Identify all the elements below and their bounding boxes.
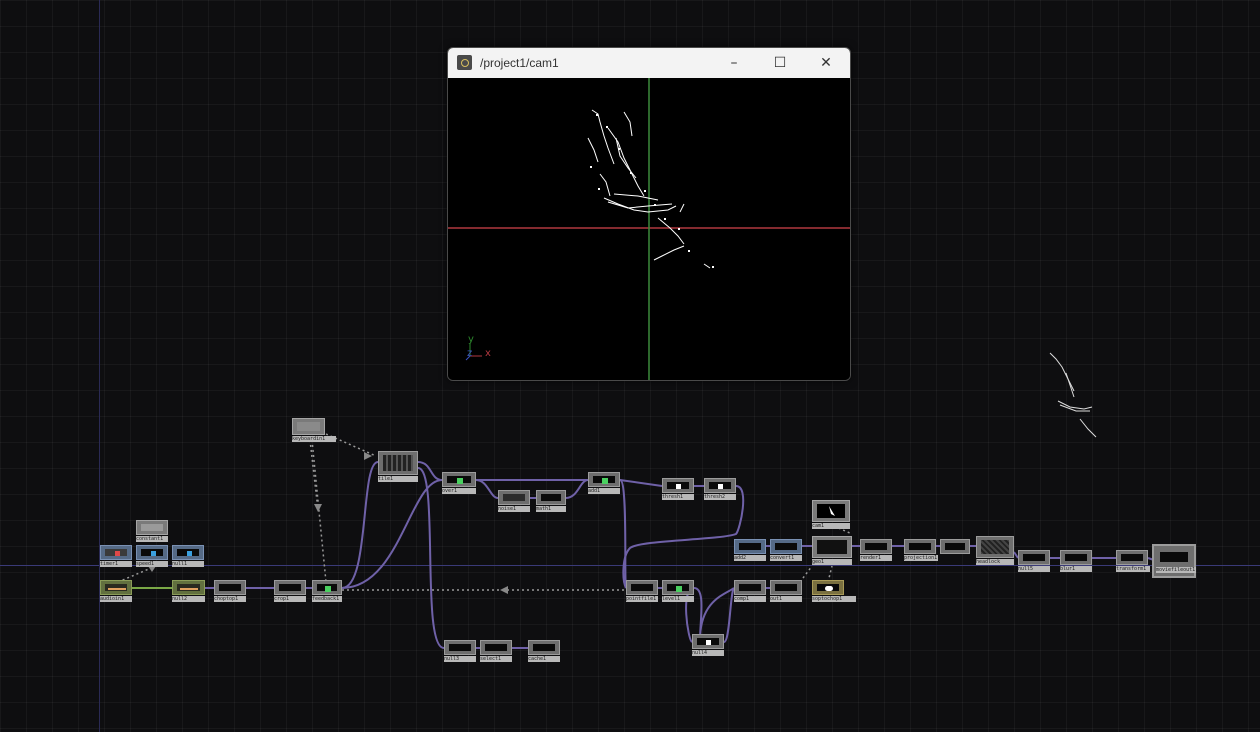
node-label: audioin1 <box>100 596 132 602</box>
node-speed[interactable]: speed1 <box>136 545 168 567</box>
node-tile[interactable]: tile1 <box>378 451 418 482</box>
background-geometry-preview <box>1049 352 1097 438</box>
node-sopto[interactable]: soptochop1 <box>812 580 856 602</box>
wire <box>619 479 663 487</box>
node-label: projection1 <box>904 555 938 561</box>
node-point[interactable]: pointfile1 <box>626 580 658 602</box>
touchdesigner-icon <box>457 55 472 70</box>
node-label: out1 <box>770 596 802 602</box>
node-add[interactable]: add1 <box>588 472 620 494</box>
node-projection[interactable]: projection1 <box>904 539 938 561</box>
node-label: null3 <box>444 656 476 662</box>
node-label: geo1 <box>812 559 852 565</box>
gizmo-z-label: z <box>467 348 473 359</box>
camera-preview-icon <box>829 506 835 516</box>
node-label: cache1 <box>528 656 560 662</box>
arrow-icon <box>500 586 508 594</box>
node-label: keyboardin1 <box>292 436 336 442</box>
node-noise[interactable]: noise1 <box>498 490 530 512</box>
node-threshold[interactable]: thresh1 <box>662 478 694 500</box>
close-icon[interactable]: ✕ <box>808 53 844 73</box>
node-blur[interactable]: blur1 <box>1060 550 1092 572</box>
node-add2[interactable]: add2 <box>734 539 766 561</box>
node-label: pointfile1 <box>626 596 658 602</box>
node-over[interactable]: over1 <box>442 472 476 494</box>
node-null-top[interactable]: null1 <box>172 545 204 567</box>
node-label: add2 <box>734 555 766 561</box>
wire <box>622 485 745 589</box>
node-transform[interactable]: transform1 <box>1116 550 1150 572</box>
node-label: null2 <box>172 596 205 602</box>
node-out[interactable]: out1 <box>770 580 802 602</box>
node-math[interactable]: math1 <box>536 490 566 512</box>
node-label: choptop1 <box>214 596 246 602</box>
node-label: level1 <box>662 596 694 602</box>
wire <box>723 587 735 643</box>
node-keyboardin[interactable]: keyboardin1 <box>292 418 336 442</box>
node-chopto[interactable]: choptop1 <box>214 580 246 602</box>
node-level[interactable]: level1 <box>662 580 694 602</box>
node-label: transform1 <box>1116 566 1150 572</box>
wire <box>341 461 379 589</box>
node-label: timer1 <box>100 561 132 567</box>
reference-wire <box>311 439 327 583</box>
node-feedback[interactable]: feedback1 <box>312 580 342 602</box>
wire <box>475 479 499 499</box>
node-label: render1 <box>860 555 892 561</box>
gizmo-x-label: x <box>485 348 491 359</box>
node-crop[interactable]: crop1 <box>274 580 306 602</box>
node-select[interactable]: select1 <box>480 640 512 662</box>
viewport-canvas <box>448 78 850 380</box>
node-geo[interactable]: geo1 <box>812 536 852 565</box>
node-label: headlock <box>976 559 1014 565</box>
node-label: comp1 <box>734 596 766 602</box>
node-label: over1 <box>442 488 476 494</box>
node-label: cam1 <box>812 523 850 529</box>
arrow-icon <box>314 504 322 512</box>
node-audio[interactable]: audioin1 <box>100 580 132 602</box>
node-projection-b[interactable] <box>940 539 970 554</box>
viewer-titlebar[interactable]: /project1/cam1 – ☐ ✕ <box>448 48 850 78</box>
wire <box>565 479 589 499</box>
node-label: thresh1 <box>662 494 694 500</box>
node-timer[interactable]: timer1 <box>100 545 132 567</box>
node-label: select1 <box>480 656 512 662</box>
node-label: null1 <box>172 561 204 567</box>
minimize-icon[interactable]: – <box>716 53 752 73</box>
node-label: feedback1 <box>312 596 342 602</box>
node-label: blur1 <box>1060 566 1092 572</box>
node-null4[interactable]: null4 <box>692 634 724 656</box>
node-null3[interactable]: null3 <box>444 640 476 662</box>
node-label: null5 <box>1018 566 1050 572</box>
node-convert[interactable]: convert1 <box>770 539 802 561</box>
node-label: tile1 <box>378 476 418 482</box>
node-comp1[interactable]: comp1 <box>734 580 766 602</box>
node-label: noise1 <box>498 506 530 512</box>
node-constant[interactable]: constant1 <box>136 520 168 542</box>
node-label: convert1 <box>770 555 802 561</box>
node-render[interactable]: render1 <box>860 539 892 561</box>
gizmo-y-label: y <box>468 334 474 345</box>
node-null5[interactable]: null5 <box>1018 550 1050 572</box>
node-label: crop1 <box>274 596 306 602</box>
node-label: math1 <box>536 506 566 512</box>
node-label: thresh2 <box>704 494 736 500</box>
node-null2[interactable]: null2 <box>172 580 205 602</box>
node-camera[interactable]: cam1 <box>812 500 850 529</box>
node-label: add1 <box>588 488 620 494</box>
viewer-title: /project1/cam1 <box>480 56 559 70</box>
node-label: moviefileout1 <box>1156 567 1196 573</box>
node-label: speed1 <box>136 561 168 567</box>
node-moviefileout[interactable]: moviefileout1 <box>1152 544 1196 578</box>
viewer-window[interactable]: /project1/cam1 – ☐ ✕ y z x <box>447 47 851 381</box>
reference-wire <box>309 439 319 511</box>
node-label: soptochop1 <box>812 596 856 602</box>
maximize-icon[interactable]: ☐ <box>762 53 798 73</box>
node-thresh2[interactable]: thresh2 <box>704 478 736 500</box>
node-cache[interactable]: cache1 <box>528 640 560 662</box>
node-headlock[interactable]: headlock <box>976 536 1014 565</box>
node-label: null4 <box>692 650 724 656</box>
node-label: constant1 <box>136 536 168 542</box>
camera-viewport[interactable]: y z x <box>448 78 850 380</box>
